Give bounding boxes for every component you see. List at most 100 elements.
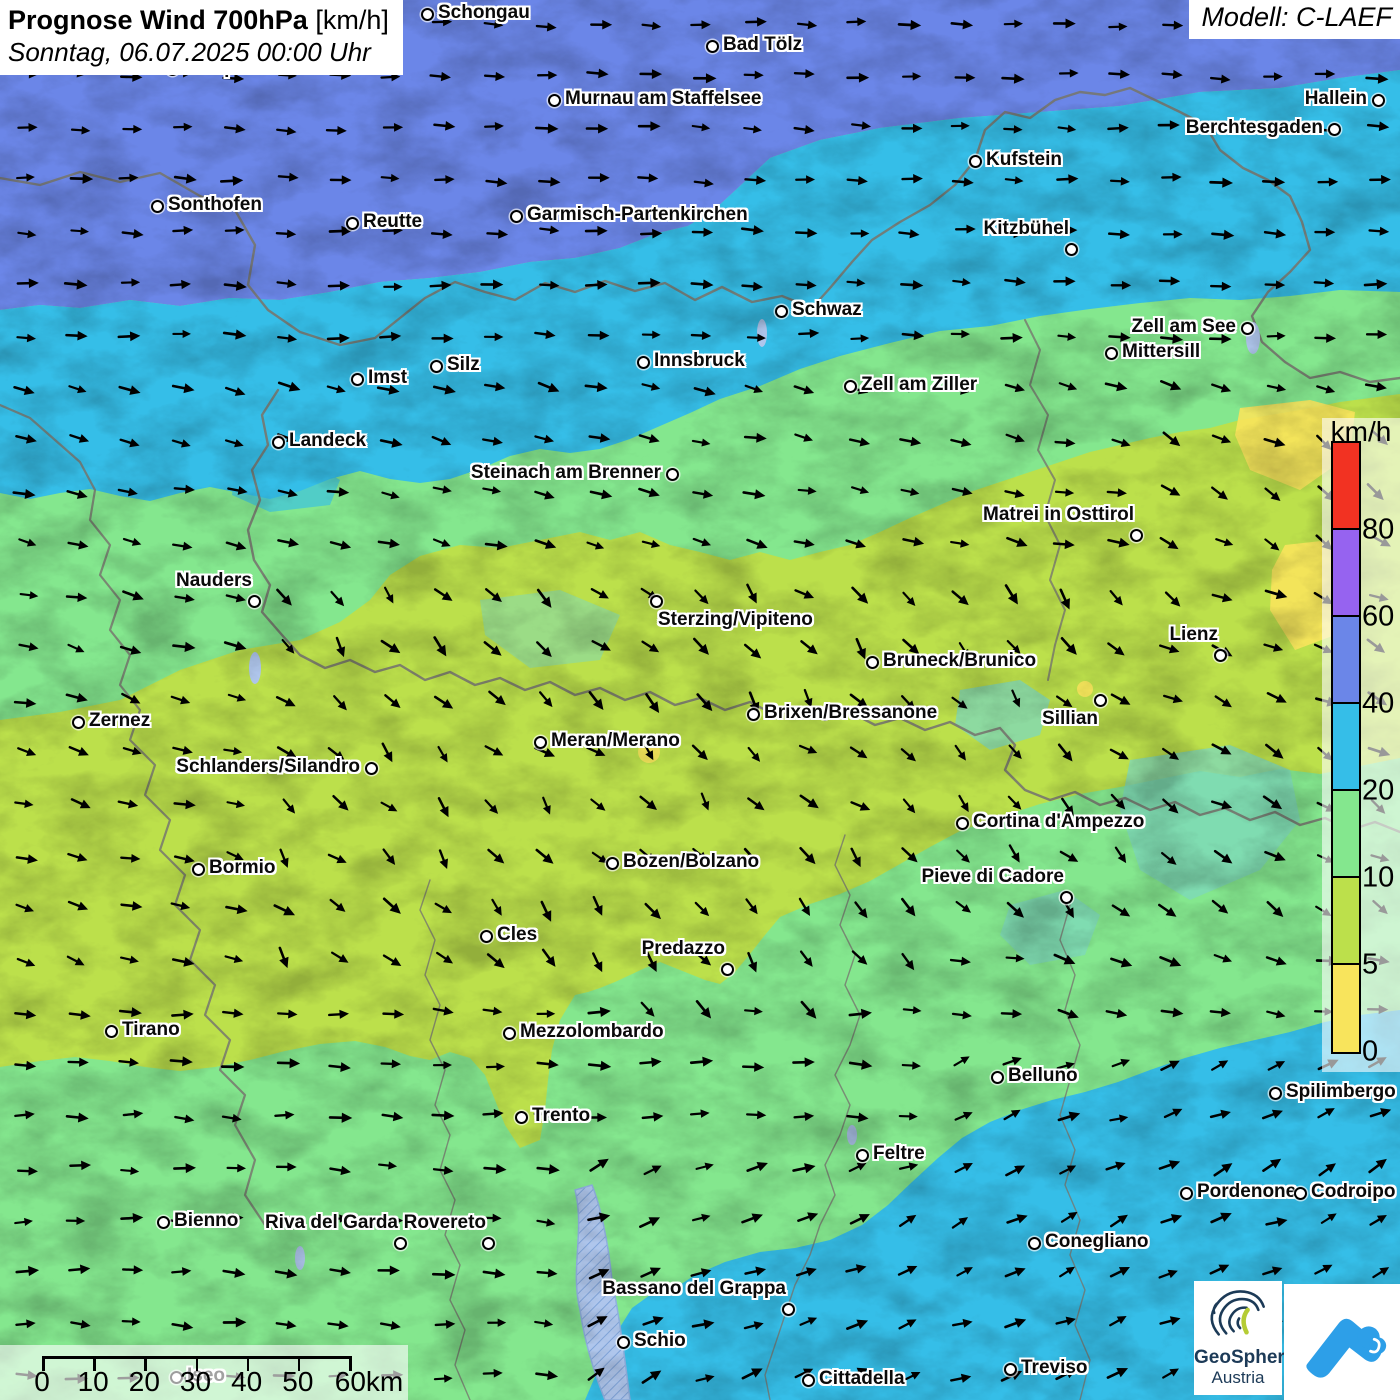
city-marker bbox=[1214, 649, 1227, 662]
city-marker bbox=[1130, 529, 1143, 542]
forecast-datetime: Sonntag, 06.07.2025 00:00 Uhr bbox=[8, 37, 389, 68]
city-marker bbox=[1294, 1187, 1307, 1200]
wind-forecast-map: SchongauBad TölzKemptenMurnau am Staffel… bbox=[0, 0, 1400, 1400]
city-label: Cittadella bbox=[819, 1368, 905, 1390]
city-marker bbox=[351, 373, 364, 386]
city-label: Meran/Merano bbox=[551, 730, 680, 752]
city-label: Pieve di Cadore bbox=[921, 866, 1064, 888]
city-label: Mittersill bbox=[1122, 341, 1200, 363]
scalebar-number: 60km bbox=[335, 1366, 403, 1398]
city-marker bbox=[515, 1111, 528, 1124]
city-marker bbox=[1328, 123, 1341, 136]
city-label: Bienno bbox=[174, 1210, 238, 1232]
legend-tick-label: 10 bbox=[1362, 862, 1394, 895]
city-label: Trento bbox=[532, 1105, 590, 1127]
legend-segment-yellowgreen bbox=[1333, 878, 1359, 965]
city-label: Steinach am Brenner bbox=[471, 462, 661, 484]
legend-segment-cyan bbox=[1333, 704, 1359, 791]
city-marker bbox=[346, 217, 359, 230]
legend-tick-label: 0 bbox=[1362, 1036, 1378, 1069]
geosphere-name: GeoSphere bbox=[1194, 1348, 1282, 1368]
city-label: Bozen/Bolzano bbox=[623, 851, 759, 873]
city-marker bbox=[151, 200, 164, 213]
city-label: Bad Tölz bbox=[723, 34, 802, 56]
city-label: Feltre bbox=[873, 1143, 925, 1165]
city-label: Schongau bbox=[438, 2, 530, 24]
city-marker bbox=[510, 210, 523, 223]
city-marker bbox=[1105, 347, 1118, 360]
geosphere-contour-icon bbox=[1203, 1281, 1273, 1343]
city-label: Silz bbox=[447, 354, 480, 376]
city-marker bbox=[105, 1025, 118, 1038]
city-label: Schio bbox=[634, 1330, 686, 1352]
city-label: Zell am Ziller bbox=[861, 374, 977, 396]
scalebar-number: 50 bbox=[282, 1366, 313, 1398]
scalebar-number: 20 bbox=[129, 1366, 160, 1398]
city-label: Predazzo bbox=[642, 938, 725, 960]
city-marker bbox=[503, 1027, 516, 1040]
scalebar-number: 30 bbox=[180, 1366, 211, 1398]
title-box: Prognose Wind 700hPa [km/h] Sonntag, 06.… bbox=[0, 0, 403, 75]
scalebar-number: 40 bbox=[231, 1366, 262, 1398]
scalebar-number: 10 bbox=[78, 1366, 109, 1398]
city-label: Cortina d'Ampezzo bbox=[973, 811, 1144, 833]
city-marker bbox=[721, 963, 734, 976]
city-marker bbox=[157, 1216, 170, 1229]
city-label: Landeck bbox=[289, 430, 366, 452]
city-marker bbox=[956, 817, 969, 830]
city-marker bbox=[747, 708, 760, 721]
legend-tick-label: 5 bbox=[1362, 949, 1378, 982]
city-label: Rovereto bbox=[404, 1212, 486, 1234]
legend-tick-label: 40 bbox=[1362, 688, 1394, 721]
legend-segment-yellow bbox=[1333, 965, 1359, 1052]
model-label: Modell: C-LAEF bbox=[1189, 0, 1400, 39]
mountain-cloud-icon bbox=[1296, 1296, 1388, 1388]
city-marker bbox=[548, 94, 561, 107]
city-label: Schlanders/Silandro bbox=[176, 756, 360, 778]
legend-segment-blue bbox=[1333, 617, 1359, 704]
city-marker bbox=[969, 155, 982, 168]
city-marker bbox=[802, 1374, 815, 1387]
city-marker bbox=[706, 40, 719, 53]
city-label: Lienz bbox=[1169, 624, 1218, 646]
city-label: Riva del Garda bbox=[265, 1212, 398, 1234]
city-label: Treviso bbox=[1021, 1357, 1088, 1379]
city-marker bbox=[666, 468, 679, 481]
city-label: Nauders bbox=[176, 570, 252, 592]
city-label: Garmisch-Partenkirchen bbox=[527, 204, 748, 226]
city-label: Tirano bbox=[122, 1019, 180, 1041]
city-marker bbox=[617, 1336, 630, 1349]
city-marker bbox=[248, 595, 261, 608]
city-marker bbox=[421, 8, 434, 21]
city-layer: SchongauBad TölzKemptenMurnau am Staffel… bbox=[0, 0, 1400, 1400]
city-marker bbox=[782, 1303, 795, 1316]
legend-colorbar bbox=[1331, 441, 1361, 1054]
legend-segment-green bbox=[1333, 791, 1359, 878]
city-label: Pordenone bbox=[1197, 1181, 1296, 1203]
scalebar: 0 10 20 30 40 50 60km bbox=[0, 1345, 408, 1400]
city-marker bbox=[394, 1237, 407, 1250]
city-marker bbox=[1060, 891, 1073, 904]
scalebar-number: 0 bbox=[34, 1366, 50, 1398]
city-marker bbox=[365, 762, 378, 775]
legend-tick-label: 20 bbox=[1362, 775, 1394, 808]
city-label: Sillian bbox=[1042, 708, 1098, 730]
city-label: Innsbruck bbox=[654, 350, 745, 372]
city-label: Zell am See bbox=[1131, 316, 1236, 338]
legend: km/h 806040201050 bbox=[1322, 418, 1400, 1072]
city-label: Schwaz bbox=[792, 299, 862, 321]
city-label: Bormio bbox=[209, 857, 276, 879]
city-label: Mezzolombardo bbox=[520, 1021, 664, 1043]
city-label: Cles bbox=[497, 924, 537, 946]
city-label: Kitzbühel bbox=[984, 218, 1070, 240]
city-marker bbox=[991, 1071, 1004, 1084]
city-marker bbox=[866, 656, 879, 669]
city-marker bbox=[1269, 1087, 1282, 1100]
city-marker bbox=[430, 360, 443, 373]
city-marker bbox=[844, 380, 857, 393]
city-marker bbox=[637, 356, 650, 369]
city-marker bbox=[480, 930, 493, 943]
city-marker bbox=[650, 595, 663, 608]
city-marker bbox=[1004, 1363, 1017, 1376]
city-marker bbox=[1241, 322, 1254, 335]
